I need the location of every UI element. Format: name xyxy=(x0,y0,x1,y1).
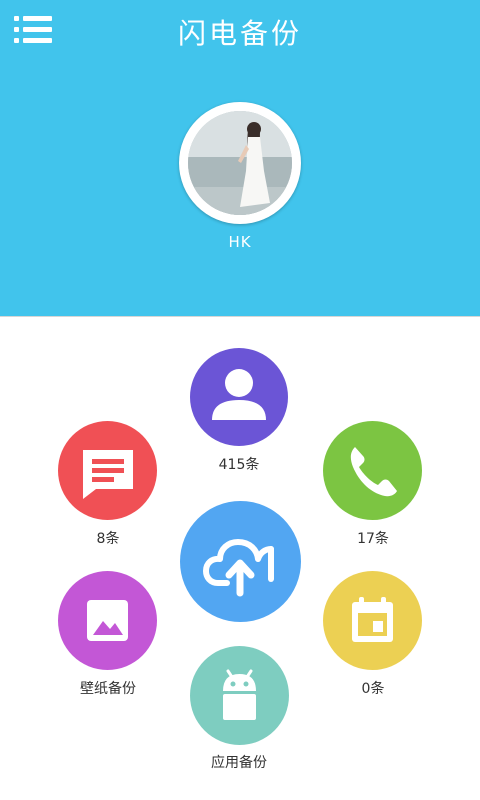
header-divider xyxy=(0,316,480,317)
contacts-count: 415条 xyxy=(218,457,260,473)
wallpaper-label: 壁纸备份 xyxy=(80,681,136,697)
calls-count: 17条 xyxy=(357,531,389,547)
image-icon xyxy=(87,600,128,641)
wallpaper-backup-button[interactable] xyxy=(58,571,157,670)
contacts-backup-button[interactable] xyxy=(190,348,288,446)
calendar-backup-button[interactable] xyxy=(323,571,422,670)
person-icon xyxy=(212,369,266,420)
cloud-upload-icon xyxy=(203,539,274,597)
avatar[interactable] xyxy=(179,102,301,224)
calls-backup-button[interactable] xyxy=(323,421,422,520)
sms-backup-button[interactable] xyxy=(58,421,157,520)
sms-count: 8条 xyxy=(96,531,120,547)
username: HK xyxy=(228,233,252,251)
calendar-icon xyxy=(352,597,393,642)
apps-label: 应用备份 xyxy=(211,755,267,771)
phone-icon xyxy=(350,447,397,497)
android-icon xyxy=(223,669,256,720)
app-title: 闪电备份 xyxy=(177,17,302,50)
header-bar: 闪电备份 HK xyxy=(0,0,480,316)
apps-backup-button[interactable] xyxy=(190,646,289,745)
message-icon xyxy=(83,450,133,499)
calendar-count: 0条 xyxy=(361,681,385,697)
cloud-backup-button[interactable] xyxy=(180,501,301,622)
avatar-photo xyxy=(188,111,292,215)
